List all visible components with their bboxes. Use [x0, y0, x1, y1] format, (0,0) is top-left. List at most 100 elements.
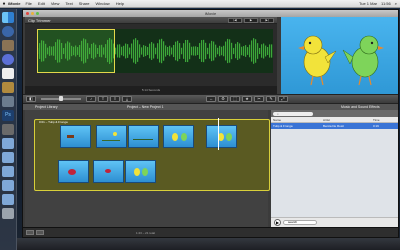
video-clip[interactable] — [206, 125, 237, 148]
waveform-bar — [233, 47, 235, 55]
waveform-bar — [271, 44, 273, 58]
yellow-chick-graphic — [298, 35, 337, 86]
next-button[interactable]: ▶| — [260, 17, 274, 23]
star-icon[interactable] — [2, 82, 14, 93]
menu-clock[interactable]: 11:56 — [381, 1, 391, 6]
video-clip[interactable] — [93, 160, 124, 183]
list-button[interactable]: ≡ — [110, 96, 120, 102]
waveform-bar — [259, 47, 261, 55]
folder-icon[interactable] — [2, 166, 14, 177]
apple-menu-icon[interactable]: ● — [0, 1, 8, 7]
edit-button[interactable]: ✎ — [266, 96, 276, 102]
play-button[interactable]: ▶ — [244, 17, 258, 23]
main-toolbar: ◧ ♪ T ≡ ⤓ ↔ ⚙ ⬚ ★ ✂ ✎ ⤢ — [23, 94, 398, 104]
menu-bar: ● iMovie File Edit View Text Share Windo… — [0, 0, 400, 8]
music-browser: ⌕ Name Artist Time Tulip & Fronga Benita… — [271, 110, 398, 227]
waveform-bar — [219, 45, 221, 57]
menu-help[interactable]: Help — [116, 1, 124, 6]
video-clip[interactable] — [128, 125, 159, 148]
waveform-bar — [123, 45, 125, 57]
trash-icon[interactable] — [2, 208, 14, 219]
clip-trimmer-header: Clip Trimmer |◀ ▶ ▶| — [25, 17, 277, 24]
column-artist[interactable]: Artist — [321, 117, 371, 122]
music-browser-toolbar: ⌕ — [271, 110, 398, 117]
video-clip[interactable] — [96, 125, 127, 148]
video-clip[interactable] — [58, 160, 89, 183]
menu-share[interactable]: Share — [79, 1, 90, 6]
previous-button[interactable]: |◀ — [228, 17, 242, 23]
waveform-bar — [133, 39, 135, 63]
video-clip[interactable] — [163, 125, 194, 148]
title-bar[interactable]: iMovie — [23, 10, 398, 17]
download-button[interactable]: ⤓ — [122, 96, 132, 102]
audio-waveform[interactable] — [37, 29, 273, 73]
music-row-time: 0:19 — [373, 124, 379, 128]
globe-icon[interactable] — [2, 26, 14, 37]
footer-search-field[interactable]: search — [283, 220, 317, 225]
menu-file[interactable]: File — [25, 1, 31, 6]
video-clip[interactable] — [125, 160, 156, 183]
waveform-bar — [173, 44, 175, 58]
crop-button[interactable]: ⬚ — [230, 96, 240, 102]
expand-button[interactable]: ⤢ — [278, 96, 288, 102]
waveform-bar — [159, 39, 161, 63]
folder-icon[interactable] — [2, 138, 14, 149]
camera-import-button[interactable]: ◧ — [26, 96, 36, 102]
settings-button[interactable]: ⚙ — [218, 96, 228, 102]
title-button[interactable]: T — [98, 96, 108, 102]
zoom-slider-knob[interactable] — [59, 96, 63, 101]
video-clip[interactable] — [60, 125, 91, 148]
folder-icon[interactable] — [2, 152, 14, 163]
viewer — [281, 17, 398, 94]
playhead[interactable] — [218, 118, 219, 150]
menu-app-name[interactable]: iMovie — [8, 1, 20, 6]
finder-icon[interactable] — [2, 12, 14, 23]
menu-window[interactable]: Window — [95, 1, 109, 6]
play-full-button[interactable] — [36, 230, 44, 235]
waveform-bar — [177, 40, 179, 62]
waveform-bar — [243, 46, 245, 56]
waveform-bar — [163, 41, 165, 61]
itunes-icon[interactable] — [2, 54, 14, 65]
waveform-bar — [241, 46, 243, 56]
music-search-field[interactable]: ⌕ — [273, 111, 313, 116]
music-row-selected[interactable]: Tulip & Fronga Benita De Rosit 0:19 — [271, 123, 398, 129]
photoshop-icon[interactable]: Ps — [2, 110, 14, 121]
close-button[interactable] — [26, 12, 29, 15]
waveform-bar — [195, 46, 197, 56]
clip-thumb — [172, 133, 187, 141]
play-audio-button[interactable]: ▶ — [274, 219, 281, 226]
folder-icon[interactable] — [2, 194, 14, 205]
column-time[interactable]: Time — [371, 117, 396, 122]
imovie-icon[interactable] — [2, 124, 14, 135]
waveform-bar — [139, 44, 141, 58]
waveform-bar — [153, 43, 155, 59]
waveform-bar — [249, 44, 251, 58]
green-chick-graphic — [342, 35, 384, 86]
photo-icon[interactable] — [2, 40, 14, 51]
menu-text[interactable]: Text — [65, 1, 72, 6]
waveform-bar — [147, 47, 149, 55]
swap-button[interactable]: ↔ — [206, 96, 216, 102]
waveform-bar — [189, 42, 191, 60]
waveform-bar — [171, 47, 173, 55]
add-project-button[interactable] — [26, 230, 34, 235]
zoom-slider[interactable] — [41, 96, 81, 101]
cut-button[interactable]: ✂ — [254, 96, 264, 102]
spotlight-icon[interactable]: ⌕ — [395, 1, 397, 6]
music-button[interactable]: ♪ — [86, 96, 96, 102]
trim-selection[interactable] — [37, 29, 115, 73]
folder-icon[interactable] — [2, 180, 14, 191]
minimize-button[interactable] — [31, 12, 34, 15]
tools-icon[interactable] — [2, 96, 14, 107]
calendar-icon[interactable] — [2, 68, 14, 79]
waveform-bar — [253, 38, 255, 64]
favorite-button[interactable]: ★ — [242, 96, 252, 102]
menu-view[interactable]: View — [51, 1, 60, 6]
duration-label: 1:23 – 21 total — [136, 230, 156, 235]
desktop: ● iMovie File Edit View Text Share Windo… — [0, 0, 400, 250]
menu-edit[interactable]: Edit — [38, 1, 45, 6]
waveform-bar — [265, 45, 267, 57]
zoom-button[interactable] — [36, 12, 39, 15]
column-name[interactable]: Name — [271, 117, 321, 122]
